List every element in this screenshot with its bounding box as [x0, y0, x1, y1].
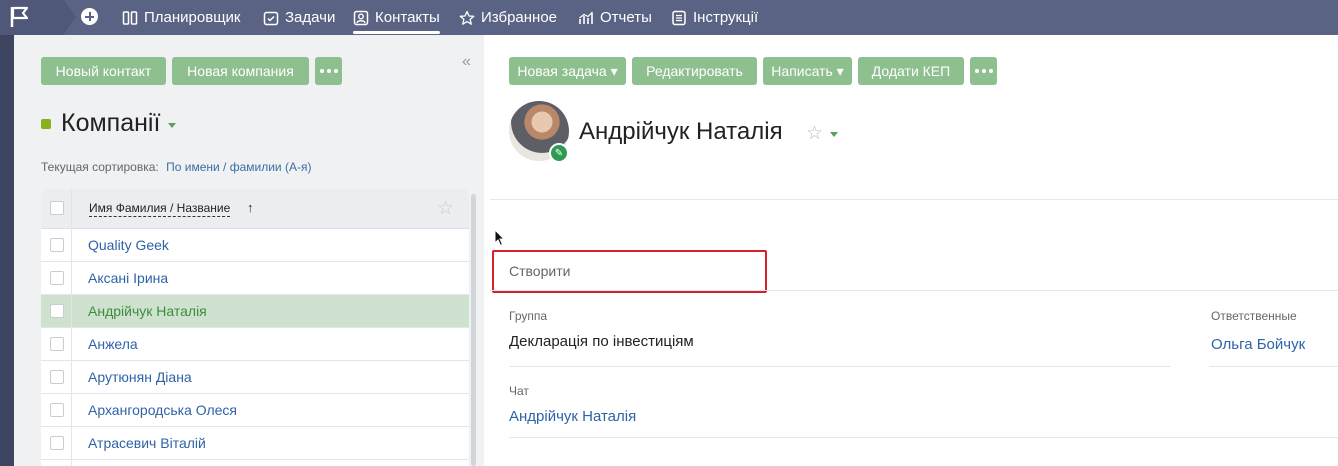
- tasks-icon: [263, 10, 279, 26]
- section-color-marker: [41, 118, 51, 129]
- row-checkbox[interactable]: [50, 337, 64, 351]
- document-icon: [671, 10, 687, 26]
- group-label: Группа: [509, 309, 548, 323]
- contact-name-link[interactable]: Андрійчук Наталія: [88, 303, 207, 319]
- nav-favorites-label: Избранное: [481, 9, 558, 26]
- add-kep-button[interactable]: Додати КЕП: [858, 57, 964, 85]
- nav-instructions-label: Інструкції: [693, 9, 759, 26]
- contact-name-link[interactable]: Анжела: [88, 336, 138, 352]
- new-contact-label: Новый контакт: [55, 63, 152, 79]
- contact-name-link[interactable]: Архангородська Олеся: [88, 402, 237, 418]
- create-button[interactable]: Створити: [509, 263, 570, 279]
- chart-icon: [578, 10, 594, 26]
- chevron-down-icon: [168, 123, 177, 128]
- column-divider: [71, 189, 72, 466]
- table-row[interactable]: Архангородська Олеся: [41, 394, 469, 427]
- top-navigation-bar: Планировщик Задачи Контакты Избранное От…: [0, 0, 1338, 35]
- star-icon: [459, 10, 475, 26]
- edit-label: Редактировать: [646, 63, 743, 79]
- name-column-header[interactable]: Имя Фамилия / Название: [89, 201, 231, 217]
- favorite-column-star-icon[interactable]: ☆: [437, 197, 454, 220]
- row-checkbox[interactable]: [50, 403, 64, 417]
- nav-planner[interactable]: Планировщик: [122, 0, 240, 35]
- app-logo[interactable]: [0, 0, 76, 35]
- table-row[interactable]: Quality Geek: [41, 229, 469, 262]
- contacts-list-panel: Новый контакт Новая компания « Компанії …: [14, 35, 484, 466]
- edit-pencil-icon[interactable]: ✎: [549, 143, 569, 163]
- responsible-user-link[interactable]: Ольга Бойчук: [1211, 336, 1305, 353]
- table-row[interactable]: Анжела: [41, 328, 469, 361]
- table-row[interactable]: Арутюнян Діана: [41, 361, 469, 394]
- section-title-label: Компанії: [61, 109, 161, 137]
- contact-name-link[interactable]: Атрасевич Віталій: [88, 435, 206, 451]
- divider: [1209, 366, 1338, 367]
- quick-add-button[interactable]: [81, 8, 98, 25]
- sort-info: Текущая сортировка: По имени / фамилии (…: [41, 160, 311, 174]
- table-row-selected[interactable]: Андрійчук Наталія: [41, 295, 469, 328]
- contact-name-link[interactable]: Арутюнян Діана: [88, 369, 192, 385]
- collapse-panel-icon[interactable]: «: [462, 53, 471, 71]
- row-checkbox[interactable]: [50, 238, 64, 252]
- table-row[interactable]: Атрасевич Віталій: [41, 427, 469, 460]
- group-value: Декларація по інвестиціям: [509, 333, 694, 350]
- write-button[interactable]: Написать ▾: [763, 57, 852, 85]
- divider: [509, 437, 1338, 438]
- chevron-down-icon[interactable]: [830, 132, 838, 137]
- new-task-button[interactable]: Новая задача ▾: [509, 57, 626, 85]
- nav-reports-label: Отчеты: [600, 9, 652, 26]
- nav-favorites[interactable]: Избранное: [459, 0, 557, 35]
- section-title[interactable]: Компанії: [41, 109, 177, 138]
- table-row[interactable]: Аксані Ірина: [41, 262, 469, 295]
- more-dots-icon: [319, 69, 338, 73]
- responsible-label: Ответственные: [1211, 309, 1297, 323]
- nav-tasks[interactable]: Задачи: [263, 0, 335, 35]
- mouse-cursor-icon: [494, 229, 506, 247]
- favorite-star-icon[interactable]: ☆: [806, 122, 823, 145]
- sort-value-link[interactable]: По имени / фамилии (А-я): [166, 160, 311, 174]
- row-checkbox[interactable]: [50, 304, 64, 318]
- contacts-table: Имя Фамилия / Название ↑ ☆ Quality Geek …: [41, 189, 469, 466]
- left-sidebar-strip: [0, 35, 14, 466]
- table-header: Имя Фамилия / Название ↑ ☆: [41, 189, 469, 229]
- row-checkbox[interactable]: [50, 370, 64, 384]
- row-checkbox[interactable]: [50, 271, 64, 285]
- contacts-icon: [353, 10, 369, 26]
- nav-contacts[interactable]: Контакты: [353, 0, 440, 35]
- new-company-button[interactable]: Новая компания: [172, 57, 309, 85]
- contact-name-link[interactable]: Quality Geek: [88, 237, 169, 253]
- nav-tasks-label: Задачи: [285, 9, 336, 26]
- flag-icon: [10, 6, 29, 27]
- divider: [490, 199, 1338, 200]
- contact-title: Андрійчук Наталія: [579, 118, 783, 145]
- more-dots-icon: [974, 69, 993, 73]
- sort-label: Текущая сортировка:: [41, 160, 159, 174]
- select-all-checkbox[interactable]: [50, 201, 64, 215]
- new-task-label: Новая задача ▾: [517, 62, 618, 79]
- nav-reports[interactable]: Отчеты: [578, 0, 652, 35]
- row-checkbox[interactable]: [50, 436, 64, 450]
- chat-label: Чат: [509, 384, 529, 398]
- planner-icon: [122, 10, 138, 26]
- contact-name-link[interactable]: Аксані Ірина: [88, 270, 168, 286]
- new-company-label: Новая компания: [187, 63, 294, 79]
- more-actions-button[interactable]: [315, 57, 342, 85]
- list-scrollbar[interactable]: [471, 194, 476, 466]
- edit-button[interactable]: Редактировать: [632, 57, 757, 85]
- divider: [490, 290, 1338, 291]
- nav-contacts-label: Контакты: [375, 9, 440, 26]
- more-actions-button[interactable]: [970, 57, 997, 85]
- divider: [509, 366, 1171, 367]
- nav-instructions[interactable]: Інструкції: [671, 0, 758, 35]
- sort-arrow-icon: ↑: [247, 200, 254, 215]
- nav-planner-label: Планировщик: [144, 9, 241, 26]
- new-contact-button[interactable]: Новый контакт: [41, 57, 166, 85]
- write-label: Написать ▾: [771, 62, 844, 79]
- chat-link[interactable]: Андрійчук Наталія: [509, 408, 636, 425]
- add-kep-label: Додати КЕП: [871, 63, 951, 79]
